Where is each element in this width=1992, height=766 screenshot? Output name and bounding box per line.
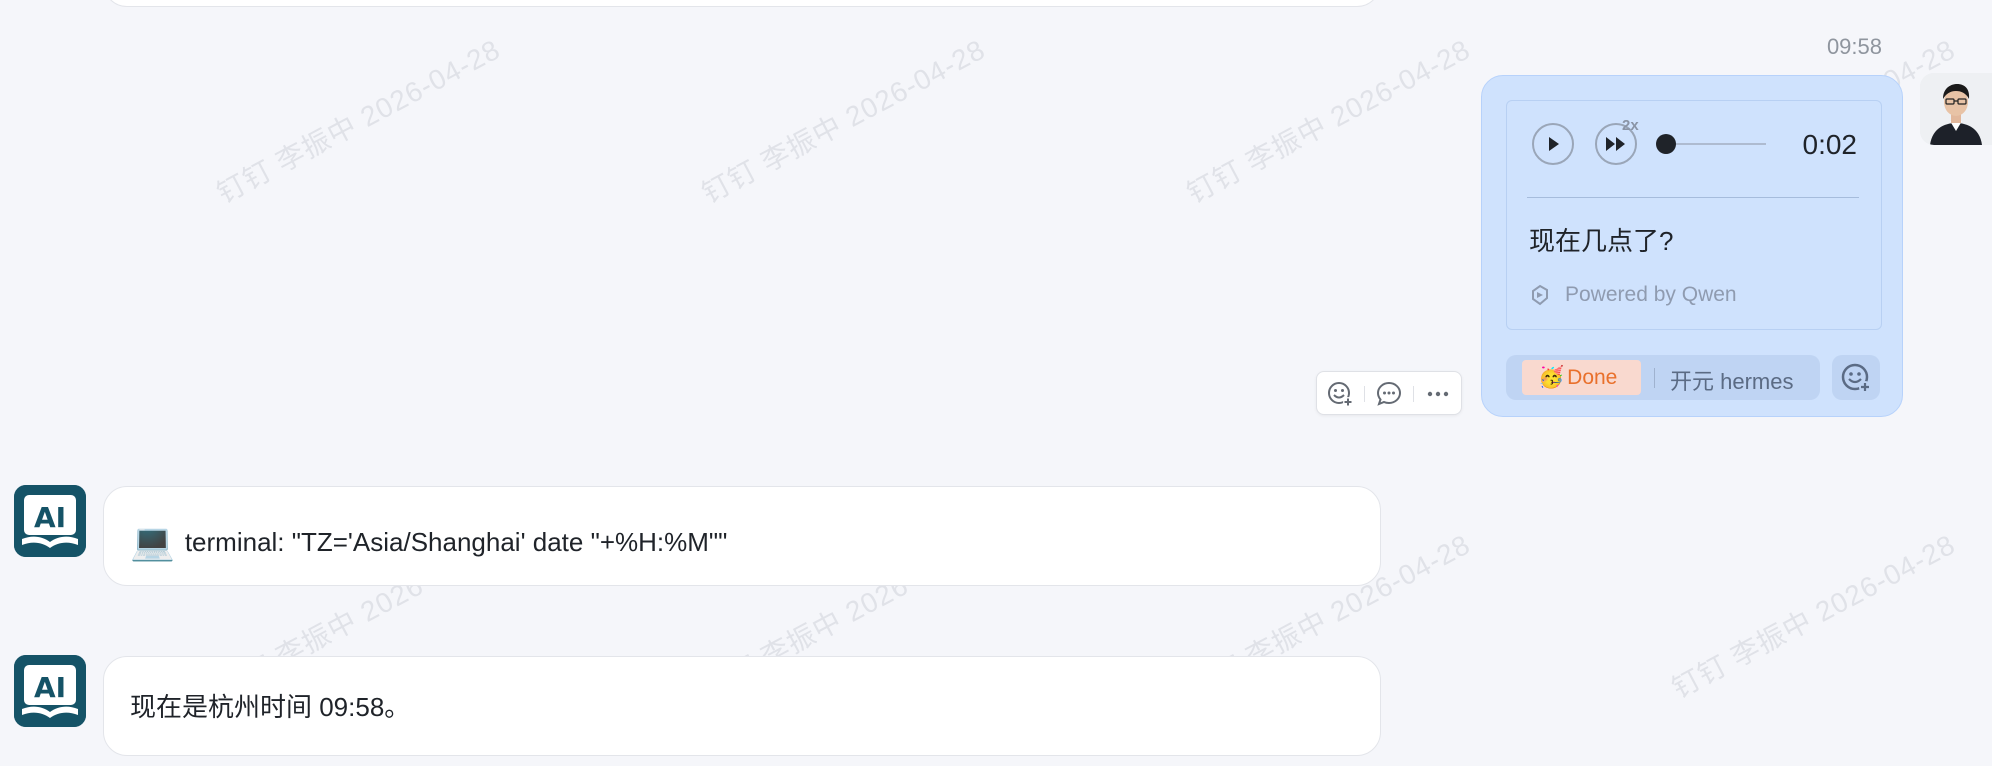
progress-knob[interactable] bbox=[1656, 134, 1676, 154]
reply-button[interactable] bbox=[1375, 380, 1403, 408]
message-hover-toolbar bbox=[1316, 371, 1462, 415]
voice-duration: 0:02 bbox=[1802, 129, 1858, 160]
comment-icon bbox=[1376, 381, 1402, 406]
ai-message-bubble[interactable]: 💻 terminal: "TZ='Asia/Shanghai' date "+%… bbox=[103, 486, 1381, 586]
reaction-chip-done[interactable]: 🥳 Done bbox=[1522, 360, 1641, 395]
user-voice-message[interactable]: 2x 0:02 现在几点了? Powered by Qwen 🥳 Done 开元… bbox=[1481, 75, 1903, 417]
ai-book-icon: AI bbox=[14, 655, 86, 727]
party-face-icon: 🥳 bbox=[1538, 365, 1565, 389]
emoji-reaction-button[interactable] bbox=[1326, 380, 1354, 408]
reaction-separator bbox=[1654, 368, 1655, 388]
voice-transcript: 现在几点了? bbox=[1529, 226, 1674, 256]
play-button[interactable] bbox=[1532, 123, 1574, 165]
svg-text:AI: AI bbox=[34, 501, 66, 534]
ai-avatar[interactable]: AI bbox=[14, 655, 86, 727]
watermark: 钉钉 李振中 2026-04-28 bbox=[696, 33, 991, 210]
divider bbox=[1527, 197, 1859, 198]
watermark: 钉钉 李振中 2026-04-28 bbox=[211, 33, 506, 210]
progress-track[interactable] bbox=[1666, 143, 1766, 145]
add-reaction-button[interactable] bbox=[1832, 355, 1880, 400]
more-options-button[interactable] bbox=[1424, 380, 1452, 408]
ai-message-text: 现在是杭州时间 09:58。 bbox=[130, 692, 411, 722]
play-icon bbox=[1549, 137, 1559, 151]
watermark: 钉钉 李振中 2026-04-28 bbox=[1666, 528, 1961, 705]
powered-by: Powered by Qwen bbox=[1529, 283, 1737, 307]
user-avatar[interactable] bbox=[1920, 73, 1992, 145]
powered-by-label: Powered by Qwen bbox=[1565, 283, 1737, 306]
fast-forward-icon bbox=[1606, 137, 1625, 151]
message-timestamp: 09:58 bbox=[1826, 34, 1882, 59]
speed-label: 2x bbox=[1622, 117, 1639, 134]
svg-text:AI: AI bbox=[34, 671, 66, 704]
toolbar-separator bbox=[1413, 386, 1414, 402]
reaction-label: Done bbox=[1567, 365, 1618, 389]
more-icon bbox=[1427, 391, 1449, 397]
ai-message-text: terminal: "TZ='Asia/Shanghai' date "+%H:… bbox=[184, 526, 728, 557]
previous-message-bubble bbox=[103, 0, 1381, 7]
add-emoji-icon bbox=[1841, 363, 1871, 393]
ai-book-icon: AI bbox=[14, 485, 86, 557]
laptop-icon: 💻 bbox=[130, 521, 175, 562]
reaction-bar: 🥳 Done 开元 hermes bbox=[1506, 355, 1820, 400]
watermark: 钉钉 李振中 2026-04-28 bbox=[1181, 33, 1476, 210]
user-avatar-photo bbox=[1920, 73, 1992, 145]
qwen-logo-icon bbox=[1532, 284, 1548, 306]
add-emoji-icon bbox=[1328, 382, 1353, 407]
ai-avatar[interactable]: AI bbox=[14, 485, 86, 557]
reaction-users[interactable]: 开元 hermes bbox=[1670, 364, 1793, 396]
ai-message-content: 现在是杭州时间 09:58。 bbox=[130, 687, 410, 724]
toolbar-separator bbox=[1364, 386, 1365, 402]
voice-card: 2x 0:02 现在几点了? Powered by Qwen bbox=[1506, 100, 1882, 330]
ai-message-content: 💻 terminal: "TZ='Asia/Shanghai' date "+%… bbox=[130, 521, 727, 563]
ai-message-bubble[interactable]: 现在是杭州时间 09:58。 bbox=[103, 656, 1381, 756]
voice-player: 2x 0:02 bbox=[1532, 117, 1858, 171]
